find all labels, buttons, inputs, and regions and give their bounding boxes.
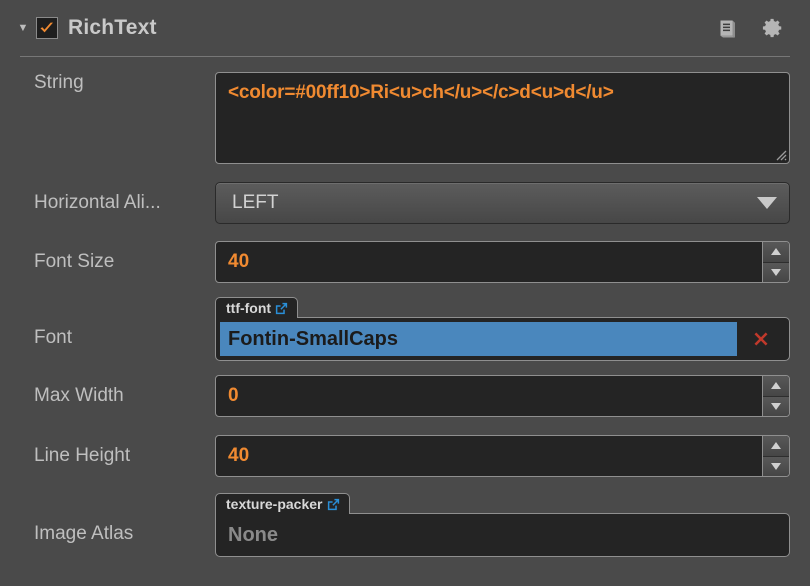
font-asset-value[interactable]: Fontin-SmallCaps: [220, 322, 737, 356]
horizontal-align-dropdown[interactable]: LEFT: [215, 182, 790, 224]
string-textarea-value: <color=#00ff10>Ri<u>ch</u></c>d<u>d</u>: [228, 82, 614, 103]
gear-icon[interactable]: [758, 13, 788, 43]
field-font: ttf-font Fontin-SmallCaps: [215, 297, 790, 361]
string-textarea[interactable]: <color=#00ff10>Ri<u>ch</u></c>d<u>d</u>: [215, 72, 790, 164]
external-link-icon[interactable]: [326, 497, 341, 512]
font-asset-type-tab[interactable]: ttf-font: [215, 297, 299, 318]
component-header: ▼ RichText: [0, 0, 810, 56]
font-asset-type-label: ttf-font: [226, 300, 272, 316]
label-max-width: Max Width: [34, 385, 124, 406]
rich-text-inspector-panel: ▼ RichText String <color=#00ff10>Ri<u>ch…: [0, 0, 810, 586]
font-size-numberfield[interactable]: 40: [215, 241, 790, 283]
triangle-up-icon: [771, 442, 781, 450]
field-horizontal-align: LEFT: [215, 182, 790, 224]
label-image-atlas: Image Atlas: [34, 523, 134, 544]
line-height-decrement-button[interactable]: [763, 455, 789, 476]
row-line-height: Line Height 40: [0, 435, 790, 477]
foldout-triangle-icon[interactable]: ▼: [14, 19, 32, 37]
font-asset-body: Fontin-SmallCaps: [215, 317, 790, 361]
label-font-size: Font Size: [34, 251, 115, 272]
manual-icon[interactable]: [712, 13, 742, 43]
horizontal-align-value: LEFT: [232, 192, 279, 213]
line-height-value[interactable]: 40: [216, 436, 762, 476]
triangle-down-icon: [771, 402, 781, 410]
image-atlas-asset-field: texture-packer None: [215, 493, 790, 557]
field-max-width: 0: [215, 375, 790, 417]
row-image-atlas: Image Atlas texture-packer None: [0, 493, 790, 557]
resize-grip-icon[interactable]: [775, 149, 787, 161]
triangle-up-icon: [771, 382, 781, 390]
row-font: Font ttf-font Fontin-SmallCaps: [0, 297, 790, 361]
font-size-decrement-button[interactable]: [763, 261, 789, 282]
triangle-down-icon: [771, 462, 781, 470]
label-font: Font: [34, 327, 73, 348]
image-atlas-value[interactable]: None: [220, 524, 785, 547]
label-line-height: Line Height: [34, 445, 131, 466]
checkmark-icon: [40, 22, 53, 33]
max-width-decrement-button[interactable]: [763, 395, 789, 416]
font-asset-field: ttf-font Fontin-SmallCaps: [215, 297, 790, 361]
component-enabled-checkbox[interactable]: [36, 17, 58, 39]
field-font-size: 40: [215, 241, 790, 283]
book-glyph: [720, 20, 735, 37]
row-horizontal-align: Horizontal Ali... LEFT: [0, 182, 790, 224]
external-link-icon[interactable]: [274, 301, 289, 316]
row-max-width: Max Width 0: [0, 375, 790, 417]
line-height-stepper: [762, 436, 789, 476]
image-atlas-asset-body: None: [215, 513, 790, 557]
label-horizontal-align: Horizontal Ali...: [34, 192, 161, 213]
triangle-up-icon: [771, 248, 781, 256]
row-font-size: Font Size 40: [0, 241, 790, 283]
line-height-numberfield[interactable]: 40: [215, 435, 790, 477]
font-size-stepper: [762, 242, 789, 282]
chevron-down-icon: [757, 197, 777, 209]
max-width-value[interactable]: 0: [216, 376, 762, 416]
triangle-down-icon: [771, 268, 781, 276]
gear-glyph: [762, 18, 782, 38]
max-width-stepper: [762, 376, 789, 416]
close-icon: [754, 332, 768, 346]
property-rows: String <color=#00ff10>Ri<u>ch</u></c>d<u…: [0, 72, 810, 557]
field-string: <color=#00ff10>Ri<u>ch</u></c>d<u>d</u>: [215, 72, 790, 164]
font-size-value[interactable]: 40: [216, 242, 762, 282]
header-divider: [20, 56, 790, 57]
label-string: String: [34, 72, 84, 93]
image-atlas-asset-type-label: texture-packer: [226, 496, 323, 512]
max-width-numberfield[interactable]: 0: [215, 375, 790, 417]
max-width-increment-button[interactable]: [763, 376, 789, 396]
component-title: RichText: [68, 16, 157, 39]
image-atlas-asset-type-tab[interactable]: texture-packer: [215, 493, 350, 514]
field-line-height: 40: [215, 435, 790, 477]
font-size-increment-button[interactable]: [763, 242, 789, 262]
font-clear-button[interactable]: [737, 328, 785, 350]
line-height-increment-button[interactable]: [763, 436, 789, 456]
field-image-atlas: texture-packer None: [215, 493, 790, 557]
row-string: String <color=#00ff10>Ri<u>ch</u></c>d<u…: [0, 72, 790, 164]
